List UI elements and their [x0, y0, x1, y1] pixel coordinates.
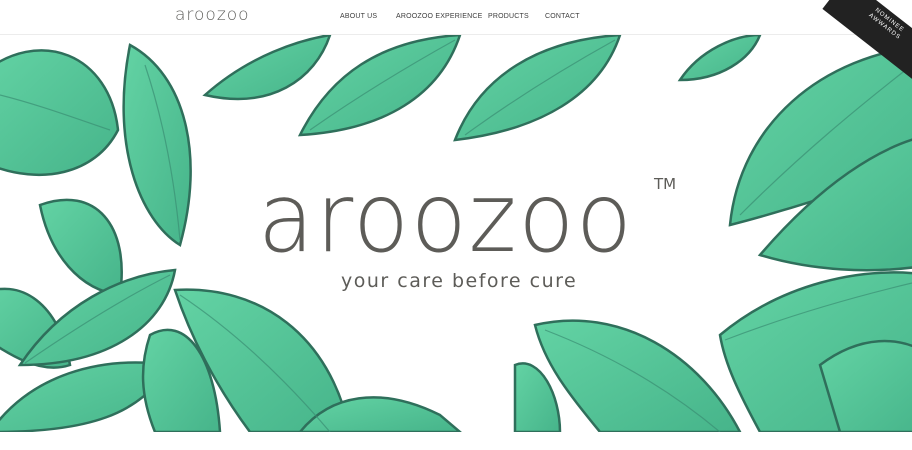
leaf-top-left-2: [122, 43, 192, 247]
leaf-left-mid: [38, 198, 123, 297]
leaf-top-right-small: [677, 35, 762, 82]
nav-contact[interactable]: CONTACT: [545, 13, 580, 20]
logo-link[interactable]: aroozoo: [175, 5, 250, 25]
trademark-symbol: TM: [654, 175, 677, 193]
hero-section: aroozoo TM your care before cure: [0, 35, 912, 432]
nav-products[interactable]: PRODUCTS: [488, 13, 529, 20]
nav-aroozoo-experience[interactable]: AROOZOO EXPERIENCE: [396, 13, 482, 20]
hero-tagline: your care before cure: [341, 270, 578, 292]
leaf-bottom-right-2: [513, 362, 562, 432]
nav-about-us[interactable]: ABOUT US: [340, 13, 377, 20]
page-bottom-strip: [0, 432, 912, 450]
leaf-top-left-3: [202, 35, 332, 101]
hero-wordmark: aroozoo: [258, 162, 634, 274]
top-navigation-bar: aroozoo ABOUT US AROOZOO EXPERIENCE PROD…: [0, 0, 912, 35]
leaf-bottom-right-1: [533, 319, 742, 432]
